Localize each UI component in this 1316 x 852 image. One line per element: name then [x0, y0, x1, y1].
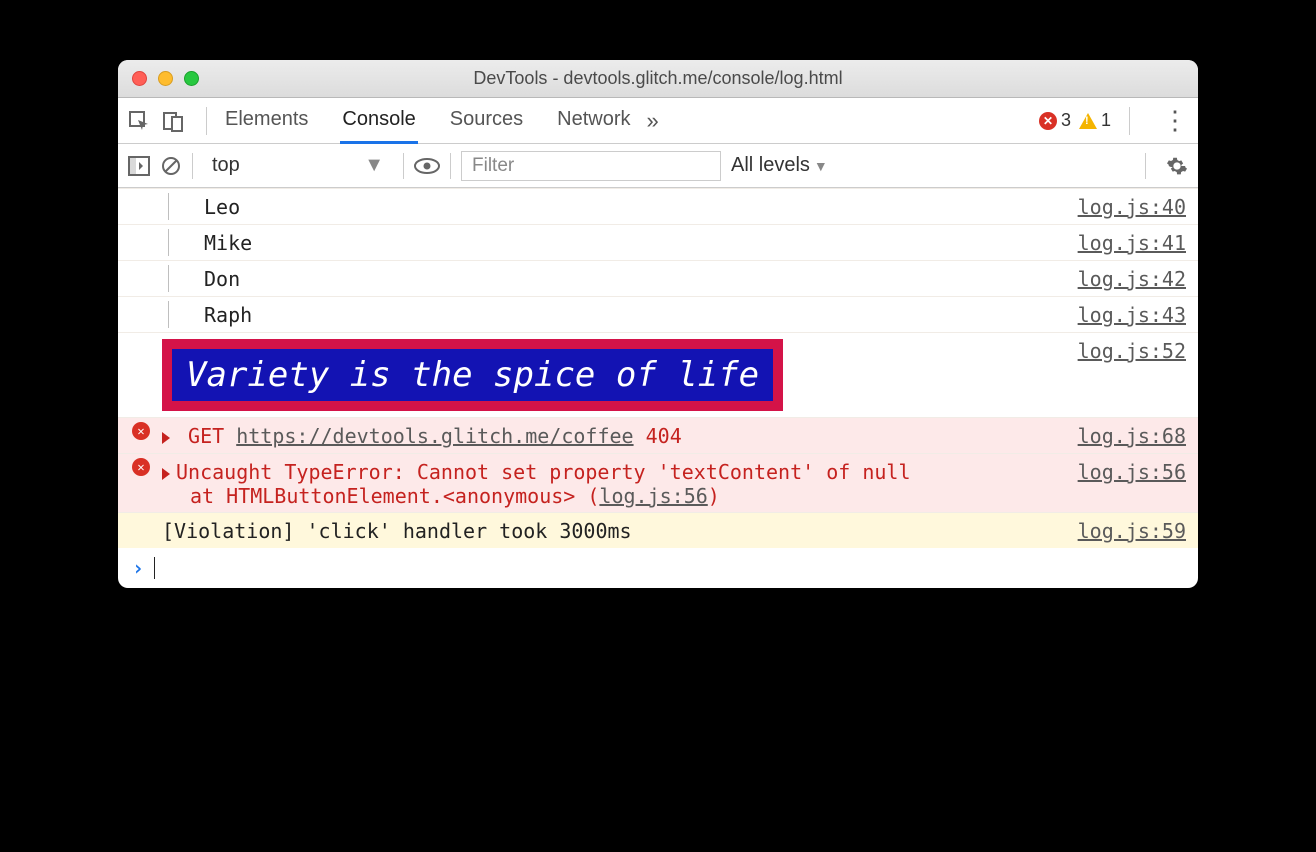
stack-frame-prefix: at HTMLButtonElement.<anonymous> (	[190, 484, 599, 508]
error-icon: ✕	[1039, 112, 1057, 130]
context-value: top	[212, 154, 240, 177]
device-toolbar-icon[interactable]	[162, 110, 184, 132]
tab-network[interactable]: Network	[555, 98, 632, 144]
error-message: Uncaught TypeError: Cannot set property …	[176, 460, 911, 484]
http-status: 404	[646, 424, 682, 448]
warning-count-badge[interactable]: 1	[1079, 110, 1111, 131]
source-link[interactable]: log.js:59	[1078, 517, 1186, 543]
separator	[206, 107, 207, 135]
window-title: DevTools - devtools.glitch.me/console/lo…	[118, 68, 1198, 89]
error-icon: ✕	[132, 422, 150, 440]
overflow-tabs-icon[interactable]: »	[647, 108, 659, 134]
context-selector[interactable]: top ▼	[203, 151, 393, 180]
expand-icon[interactable]	[162, 432, 170, 444]
warning-icon	[1079, 113, 1097, 129]
request-url[interactable]: https://devtools.glitch.me/coffee	[236, 424, 633, 448]
tab-elements[interactable]: Elements	[223, 98, 310, 144]
log-row-styled[interactable]: Variety is the spice of life log.js:52	[118, 332, 1198, 417]
error-icon: ✕	[132, 458, 150, 476]
chevron-down-icon: ▼	[814, 158, 828, 174]
separator	[1145, 153, 1146, 179]
live-expression-icon[interactable]	[414, 157, 440, 175]
chevron-down-icon: ▼	[364, 154, 384, 177]
source-link[interactable]: log.js:43	[1078, 301, 1186, 327]
more-menu-icon[interactable]: ⋮	[1162, 105, 1188, 136]
clear-console-icon[interactable]	[160, 155, 182, 177]
separator	[1129, 107, 1130, 135]
panel-tabs: Elements Console Sources Network	[223, 98, 633, 144]
text-cursor	[154, 557, 155, 579]
console-prompt[interactable]: ›	[118, 548, 1198, 588]
log-row-js-error[interactable]: ✕ Uncaught TypeError: Cannot set propert…	[118, 453, 1198, 512]
source-link[interactable]: log.js:68	[1078, 422, 1186, 448]
titlebar: DevTools - devtools.glitch.me/console/lo…	[118, 60, 1198, 98]
error-count-badge[interactable]: ✕ 3	[1039, 110, 1071, 131]
log-row[interactable]: Don log.js:42	[118, 260, 1198, 296]
console-output: Leo log.js:40 Mike log.js:41 Don log.js:…	[118, 188, 1198, 588]
console-toolbar: top ▼ All levels ▼	[118, 144, 1198, 188]
devtools-window: DevTools - devtools.glitch.me/console/lo…	[118, 60, 1198, 588]
violation-message: [Violation] 'click' handler took 3000ms	[162, 517, 1078, 543]
source-link[interactable]: log.js:42	[1078, 265, 1186, 291]
log-row[interactable]: Raph log.js:43	[118, 296, 1198, 332]
toggle-sidebar-icon[interactable]	[128, 156, 150, 176]
warning-count: 1	[1101, 110, 1111, 131]
stack-frame-suffix: )	[708, 484, 720, 508]
log-message: Don	[204, 265, 1078, 291]
log-row[interactable]: Mike log.js:41	[118, 224, 1198, 260]
log-row-violation[interactable]: [Violation] 'click' handler took 3000ms …	[118, 512, 1198, 548]
http-method: GET	[188, 424, 224, 448]
panel-tabbar: Elements Console Sources Network » ✕ 3 1…	[118, 98, 1198, 144]
separator	[403, 153, 404, 179]
separator	[192, 153, 193, 179]
expand-icon[interactable]	[162, 468, 170, 480]
log-message: Mike	[204, 229, 1078, 255]
log-levels-selector[interactable]: All levels ▼	[731, 154, 828, 177]
settings-icon[interactable]	[1166, 155, 1188, 177]
inspect-element-icon[interactable]	[128, 110, 150, 132]
log-row[interactable]: Leo log.js:40	[118, 188, 1198, 224]
tab-console[interactable]: Console	[340, 98, 417, 144]
stack-source-link[interactable]: log.js:56	[599, 484, 707, 508]
levels-label: All levels	[731, 154, 810, 177]
source-link[interactable]: log.js:52	[1078, 337, 1186, 363]
source-link[interactable]: log.js:41	[1078, 229, 1186, 255]
log-message: Leo	[204, 193, 1078, 219]
styled-log-message: Variety is the spice of life	[162, 339, 783, 411]
log-row-network-error[interactable]: ✕ GET https://devtools.glitch.me/coffee …	[118, 417, 1198, 453]
error-count: 3	[1061, 110, 1071, 131]
log-message: Raph	[204, 301, 1078, 327]
source-link[interactable]: log.js:40	[1078, 193, 1186, 219]
filter-input[interactable]	[461, 151, 721, 181]
tab-sources[interactable]: Sources	[448, 98, 525, 144]
separator	[450, 153, 451, 179]
prompt-chevron-icon: ›	[132, 556, 144, 580]
source-link[interactable]: log.js:56	[1078, 458, 1186, 484]
